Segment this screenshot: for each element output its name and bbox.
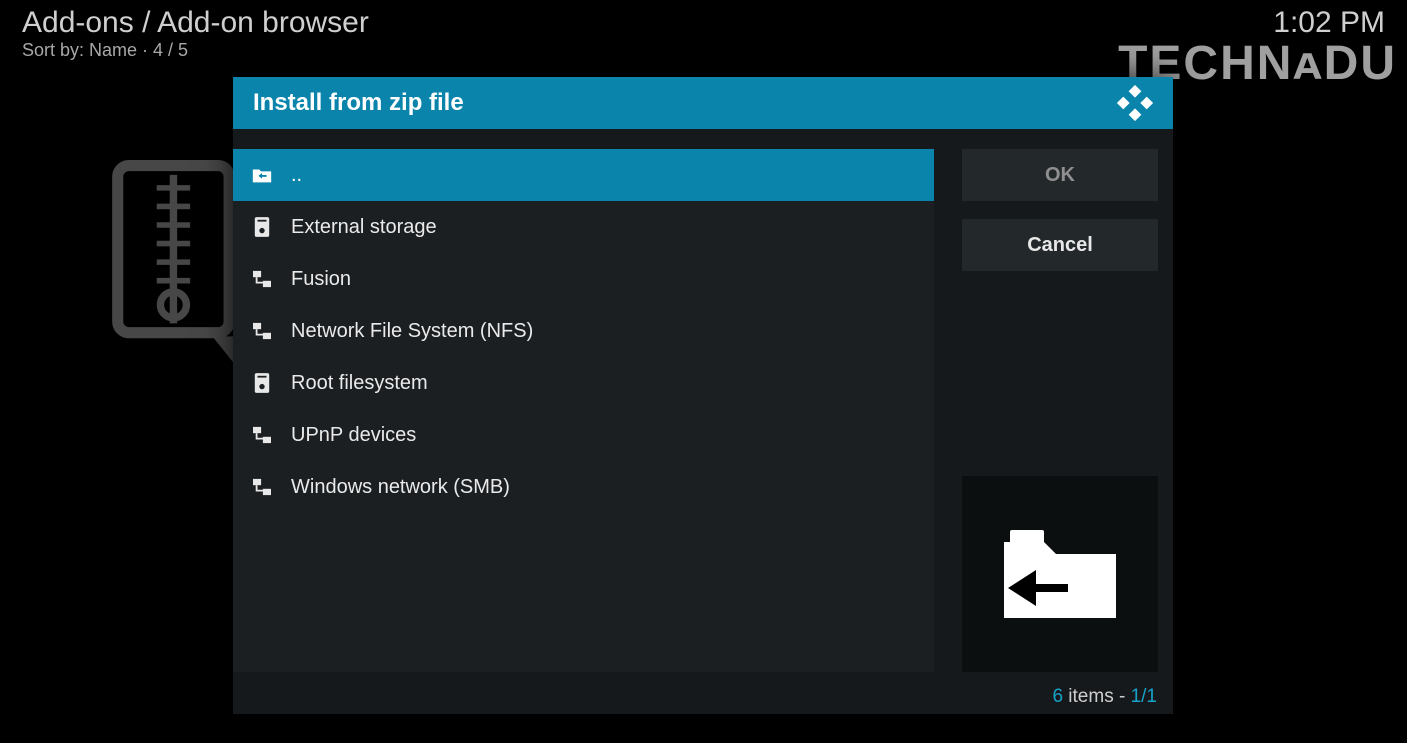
dialog-title: Install from zip file	[253, 89, 464, 117]
dialog-header: Install from zip file	[233, 77, 1173, 129]
ok-button[interactable]: OK	[962, 149, 1158, 201]
folder-back-icon	[990, 514, 1130, 634]
kodi-logo-icon	[1117, 85, 1153, 121]
file-row-label: Network File System (NFS)	[291, 320, 533, 343]
disk-icon	[251, 216, 273, 238]
cancel-button[interactable]: Cancel	[962, 219, 1158, 271]
status-page: 1/1	[1131, 686, 1157, 707]
install-from-zip-dialog: Install from zip file ..	[233, 77, 1173, 714]
file-row-nfs[interactable]: Network File System (NFS)	[233, 305, 934, 357]
network-icon	[251, 424, 273, 446]
file-row-smb[interactable]: Windows network (SMB)	[233, 461, 934, 513]
network-icon	[251, 320, 273, 342]
file-row-label: Windows network (SMB)	[291, 476, 510, 499]
status-items-word: items -	[1063, 686, 1131, 707]
file-row-label: Fusion	[291, 268, 351, 291]
file-row-label: UPnP devices	[291, 424, 416, 447]
file-row-fusion[interactable]: Fusion	[233, 253, 934, 305]
breadcrumb: Add-ons / Add-on browser	[22, 6, 1385, 40]
clock: 1:02 PM	[1273, 6, 1385, 40]
file-list: .. External storage Fusion Network File …	[233, 149, 934, 672]
network-icon	[251, 268, 273, 290]
file-row-label: Root filesystem	[291, 372, 428, 395]
file-row-upnp[interactable]: UPnP devices	[233, 409, 934, 461]
file-row-label: ..	[291, 164, 302, 187]
folder-up-icon	[251, 164, 273, 186]
file-row-label: External storage	[291, 216, 437, 239]
network-icon	[251, 476, 273, 498]
dialog-side-panel: OK Cancel	[962, 149, 1158, 672]
dialog-status-bar: 6 items - 1/1	[233, 682, 1173, 714]
preview-pane	[962, 476, 1158, 672]
disk-icon	[251, 372, 273, 394]
file-row-external-storage[interactable]: External storage	[233, 201, 934, 253]
file-row-parent[interactable]: ..	[233, 149, 934, 201]
status-count: 6	[1052, 686, 1063, 707]
file-row-root-filesystem[interactable]: Root filesystem	[233, 357, 934, 409]
